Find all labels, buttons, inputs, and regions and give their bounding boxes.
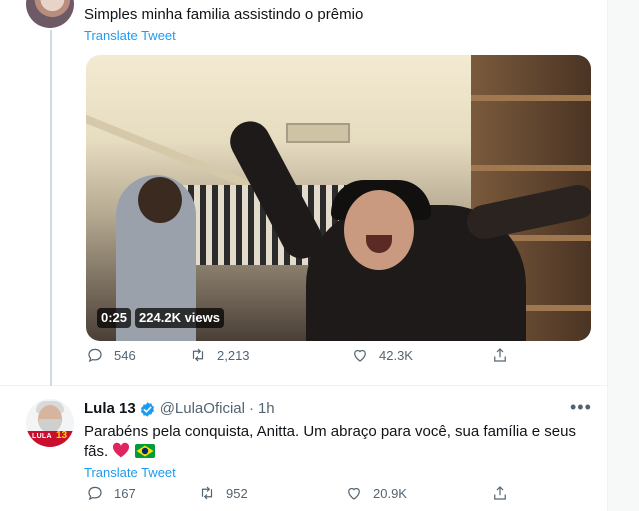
- avatar-shirt-text: LULA: [32, 433, 52, 440]
- shelf-plank: [471, 165, 591, 171]
- video-badges: 0:25 224.2K views: [97, 308, 224, 328]
- user-handle[interactable]: @LulaOficial: [160, 400, 245, 418]
- heart-emoji-icon: [113, 442, 130, 458]
- like-count: 20.9K: [373, 485, 407, 501]
- video-scene-face: [344, 190, 414, 270]
- reply-icon: [88, 486, 102, 501]
- like-icon: [348, 487, 360, 500]
- tweet-2[interactable]: LULA 13 Lula 13 @LulaOficial · 1h ••• Pa…: [0, 387, 608, 511]
- tweet-1[interactable]: Simples minha familia assistindo o prêmi…: [0, 0, 608, 386]
- thread-line: [50, 30, 52, 386]
- share-button[interactable]: [491, 484, 509, 502]
- video-player[interactable]: 0:25 224.2K views: [86, 55, 591, 341]
- retweet-count: 952: [226, 485, 248, 501]
- video-scene-light: [286, 123, 350, 143]
- video-scene-person-head: [138, 177, 182, 223]
- like-button[interactable]: 42.3K: [351, 346, 413, 364]
- video-views: 224.2K views: [135, 308, 224, 328]
- retweet-icon: [192, 348, 204, 362]
- reply-count: 167: [114, 485, 136, 501]
- avatar-number: 13: [56, 430, 68, 441]
- separator-dot: ·: [248, 400, 254, 417]
- share-icon: [494, 348, 506, 362]
- tweet-text: Simples minha familia assistindo o prêmi…: [84, 6, 364, 23]
- reply-icon: [88, 348, 102, 363]
- avatar[interactable]: LULA 13: [26, 399, 74, 447]
- retweet-button[interactable]: 952: [198, 484, 248, 502]
- retweet-button[interactable]: 2,213: [189, 346, 250, 364]
- reply-button[interactable]: 167: [86, 484, 136, 502]
- tweet-text-body: Parabéns pela conquista, Anitta. Um abra…: [84, 423, 576, 460]
- share-button[interactable]: [491, 346, 509, 364]
- timestamp[interactable]: 1h: [258, 400, 275, 418]
- reply-count: 546: [114, 347, 136, 363]
- tweet-header: Lula 13 @LulaOficial · 1h: [84, 400, 275, 418]
- more-options-icon[interactable]: •••: [570, 397, 592, 418]
- reply-button[interactable]: 546: [86, 346, 136, 364]
- shelf-plank: [471, 95, 591, 101]
- verified-badge-icon: [140, 401, 154, 417]
- avatar[interactable]: [26, 0, 74, 28]
- translate-tweet-link[interactable]: Translate Tweet: [84, 28, 176, 43]
- timeline: Simples minha familia assistindo o prêmi…: [0, 0, 608, 511]
- translate-tweet-link[interactable]: Translate Tweet: [84, 465, 176, 480]
- video-duration: 0:25: [97, 308, 132, 328]
- retweet-count: 2,213: [217, 347, 250, 363]
- like-button[interactable]: 20.9K: [345, 484, 407, 502]
- brazil-flag-emoji-icon: [134, 444, 155, 458]
- share-icon: [494, 486, 506, 500]
- like-count: 42.3K: [379, 347, 413, 363]
- retweet-icon: [201, 486, 213, 500]
- display-name[interactable]: Lula 13: [84, 400, 136, 418]
- like-icon: [354, 349, 366, 362]
- tweet-text: Parabéns pela conquista, Anitta. Um abra…: [84, 422, 584, 462]
